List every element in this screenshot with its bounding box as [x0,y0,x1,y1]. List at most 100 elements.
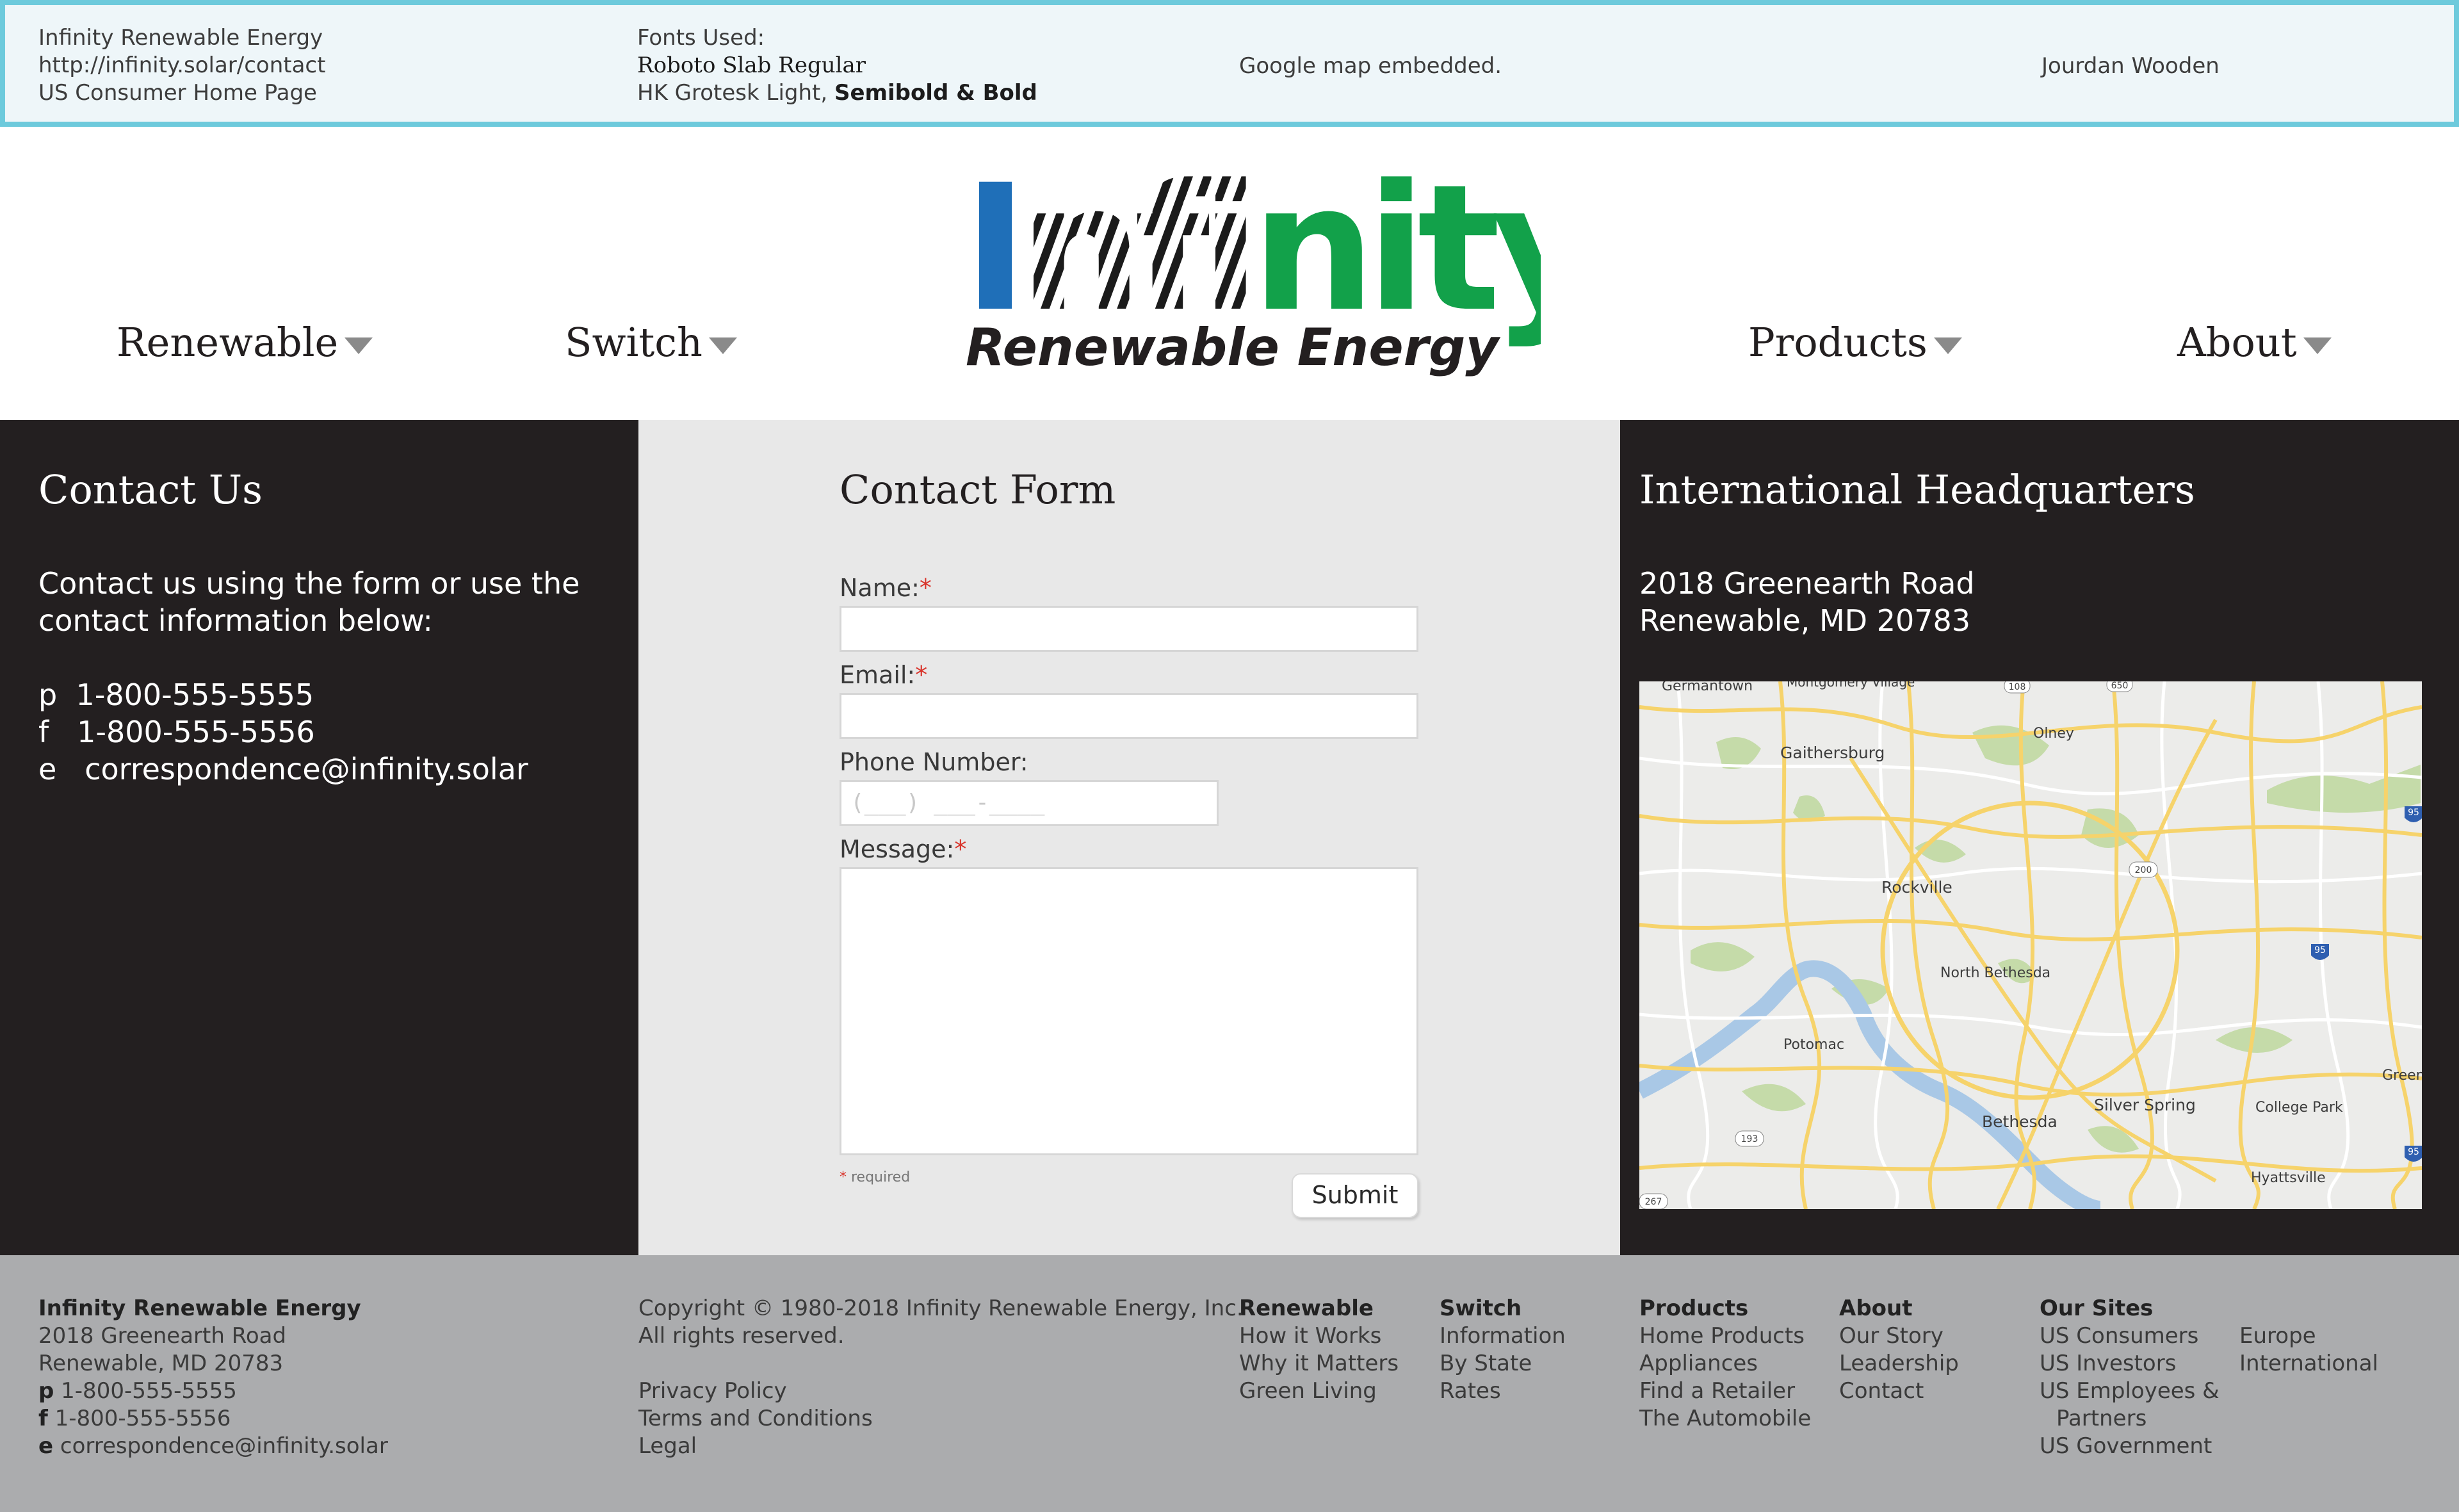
site-header: Renewable Switch Infinity Renewable Ener… [0,127,2459,420]
font-primary: Roboto Slab Regular [637,53,866,78]
footer-link-us-employees[interactable]: US Employees & [2040,1378,2220,1405]
name-label: Name:* [840,574,932,602]
footer-products-column: Products Home Products Appliances Find a… [1639,1295,1811,1433]
hq-address: 2018 Greenearth Road Renewable, MD 20783 [1639,565,1975,639]
footer-address-line2: Renewable, MD 20783 [38,1351,284,1376]
nav-products[interactable]: Products [1748,319,1962,366]
info-page: US Consumer Home Page [38,80,317,106]
phone-placeholder: (___) ___-____ [850,790,1045,816]
contact-intro: Contact us using the form or use the con… [38,565,580,639]
phone-prefix: p [38,678,58,712]
hq-address-line1: 2018 Greenearth Road [1639,566,1975,601]
footer-link-appliances[interactable]: Appliances [1639,1350,1811,1378]
route-shield-267: 267 [1639,1193,1668,1209]
footer-link-why-it-matters[interactable]: Why it Matters [1239,1350,1399,1378]
footer-link-rates[interactable]: Rates [1440,1378,1566,1405]
footer-company: Infinity Renewable Energy [38,1296,361,1321]
footer-address-line1: 2018 Greenearth Road [38,1323,287,1349]
footer-link-information[interactable]: Information [1440,1322,1566,1350]
footer-sites-heading: Our Sites [2040,1296,2154,1321]
contact-fax: f 1-800-555-5556 [38,713,315,751]
required-mark: * [919,574,932,602]
submit-button[interactable]: Submit [1292,1173,1418,1218]
email-label: Email:* [840,661,927,689]
footer-link-by-state[interactable]: By State [1440,1350,1566,1378]
contact-phone: p 1-800-555-5555 [38,676,314,713]
nav-about-label: About [2177,319,2297,366]
svg-text:95: 95 [2408,808,2419,818]
footer-link-home-products[interactable]: Home Products [1639,1322,1811,1350]
footer-legal: Copyright © 1980-2018 Infinity Renewable… [638,1295,1244,1460]
info-company: Infinity Renewable Energy [38,25,323,51]
required-mark: * [954,835,967,863]
footer-email-prefix: e [38,1433,54,1459]
footer-link-green-living[interactable]: Green Living [1239,1378,1399,1405]
map-graphic: 108 650 200 95 95 193 267 95 Germantown … [1639,681,2422,1209]
phone-field[interactable]: (___) ___-____ [840,780,1219,826]
contact-intro-line1: Contact us using the form or use the [38,566,580,601]
footer-link-our-story[interactable]: Our Story [1839,1322,1959,1350]
terms-link[interactable]: Terms and Conditions [638,1405,1244,1433]
map-label: North Bethesda [1940,965,2050,981]
email-link[interactable]: correspondence@infinity.solar [85,752,528,786]
message-field[interactable] [840,867,1418,1155]
footer-phone: p 1-800-555-5555 [38,1378,388,1405]
footer-rights: All rights reserved. [638,1323,845,1349]
nav-switch[interactable]: Switch [565,319,737,366]
email-field[interactable] [840,693,1418,739]
footer-renewable-heading[interactable]: Renewable [1239,1296,1374,1321]
svg-text:193: 193 [1741,1134,1758,1144]
map-label: Germantown [1662,681,1753,694]
map-label: Bethesda [1982,1112,2057,1131]
footer-switch-column: Switch Information By State Rates [1440,1295,1566,1405]
footer-about-heading[interactable]: About [1839,1296,1912,1321]
hq-title: International Headquarters [1639,466,2195,513]
map-note: Google map embedded. [1239,53,1502,79]
info-bar: Infinity Renewable Energy http://infinit… [0,0,2459,127]
font-secondary-light: HK Grotesk Light, [637,80,834,106]
footer-contact: Infinity Renewable Energy 2018 Greeneart… [38,1295,388,1460]
route-shield-193: 193 [1735,1130,1764,1147]
svg-text:95: 95 [2408,1147,2419,1157]
footer-link-leadership[interactable]: Leadership [1839,1350,1959,1378]
footer-link-us-consumers[interactable]: US Consumers [2040,1322,2220,1350]
footer-link-automobile[interactable]: The Automobile [1639,1405,1811,1433]
footer-link-us-investors[interactable]: US Investors [2040,1350,2220,1378]
footer-fax-prefix: f [38,1406,48,1431]
footer-link-contact[interactable]: Contact [1839,1378,1959,1405]
phone-value: 1-800-555-5555 [76,678,314,712]
fax-value: 1-800-555-5556 [77,715,315,749]
footer-email-link[interactable]: correspondence@infinity.solar [60,1433,388,1459]
footer-link-find-retailer[interactable]: Find a Retailer [1639,1378,1811,1405]
footer-link-how-it-works[interactable]: How it Works [1239,1322,1399,1350]
author-name: Jourdan Wooden [2041,53,2220,79]
footer-link-international[interactable]: International [2239,1350,2378,1378]
google-map[interactable]: 108 650 200 95 95 193 267 95 Germantown … [1639,681,2422,1209]
footer-switch-heading[interactable]: Switch [1440,1296,1522,1321]
chevron-down-icon [345,337,373,354]
footer-products-heading[interactable]: Products [1639,1296,1748,1321]
footer-link-us-government[interactable]: US Government [2040,1433,2220,1460]
name-field[interactable] [840,606,1418,652]
nav-about[interactable]: About [2177,319,2332,366]
email-prefix: e [38,752,57,786]
required-mark: * [915,661,928,689]
footer-about-column: About Our Story Leadership Contact [1839,1295,1959,1405]
map-label: College Park [2255,1100,2343,1116]
footer-sites-column: Our Sites US Consumers US Investors US E… [2040,1295,2220,1460]
nav-renewable[interactable]: Renewable [117,319,373,366]
logo[interactable]: Infinity Renewable Energy [918,148,1612,420]
chevron-down-icon [708,337,737,354]
footer-link-europe[interactable]: Europe [2239,1322,2378,1350]
required-note-text: required [851,1169,911,1185]
legal-link[interactable]: Legal [638,1433,1244,1460]
map-label: Silver Spring [2094,1096,2196,1114]
font-secondary: HK Grotesk Light, Semibold & Bold [637,79,1037,107]
privacy-policy-link[interactable]: Privacy Policy [638,1378,1244,1405]
svg-text:200: 200 [2135,865,2152,875]
map-label: Hyattsville [2251,1170,2326,1186]
email-label-text: Email: [840,661,916,689]
footer-link-partners[interactable]: Partners [2040,1405,2220,1433]
map-label: Potomac [1783,1037,1844,1053]
phone-label: Phone Number: [840,748,1028,776]
